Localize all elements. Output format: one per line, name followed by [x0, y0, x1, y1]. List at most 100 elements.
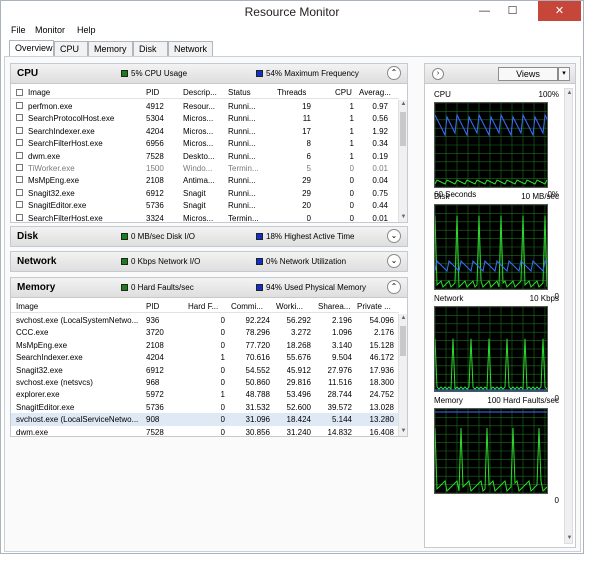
minimize-button[interactable]: — — [472, 1, 497, 21]
graphs-scrollbar[interactable]: ▲ ▼ — [564, 88, 573, 544]
table-row[interactable]: CCC.exe 3720 0 78.296 3.272 1.096 2.176 — [11, 326, 399, 339]
col-status[interactable]: Status — [228, 88, 251, 97]
table-row[interactable]: explorer.exe 5972 1 48.788 53.496 28.744 24.75… — [11, 388, 399, 401]
disk-active-indicator: 18% Highest Active Time — [256, 232, 354, 241]
scroll-down-icon[interactable]: ▼ — [399, 213, 407, 222]
table-cell: 54.096 — [369, 316, 394, 325]
col-pid[interactable]: PID — [146, 302, 159, 311]
cpu-panel-header[interactable]: CPU 5% CPU Usage 54% Maximum Frequency ⌃ — [11, 64, 407, 84]
views-dropdown-icon[interactable]: ▾ — [558, 67, 570, 81]
table-cell: 92.224 — [245, 316, 270, 325]
col-shareable[interactable]: Sharea... — [318, 302, 350, 311]
collapse-chevron-up-icon[interactable]: ⌃ — [387, 66, 401, 80]
menu-monitor[interactable]: Monitor — [35, 25, 65, 35]
table-row[interactable]: svchost.exe (LocalServiceNetwo... 908 0 31.… — [11, 413, 399, 426]
scroll-thumb[interactable] — [400, 326, 406, 356]
memory-graph-scale-top: 100 Hard Faults/sec — [487, 396, 559, 405]
row-checkbox[interactable] — [16, 201, 23, 209]
table-cell: 1 — [349, 102, 354, 111]
table-row[interactable]: SearchIndexer.exe 4204 1 70.616 55.676 9.504 4… — [11, 351, 399, 364]
table-row[interactable]: SnagitEditor.exe 5736 0 31.532 52.600 39.572 1… — [11, 401, 399, 414]
memory-panel-title: Memory — [17, 282, 56, 293]
table-row[interactable]: SearchFilterHost.exe 6956 Micros... Runni..… — [11, 137, 399, 150]
row-checkbox[interactable] — [16, 164, 23, 171]
tab-cpu[interactable]: CPU — [54, 41, 88, 56]
table-row[interactable]: SearchFilterHost.exe 3324 Micros... Termin.… — [11, 212, 399, 222]
table-row[interactable]: SearchProtocolHost.exe 5304 Micros... Runni… — [11, 112, 399, 125]
table-row[interactable]: MsMpEng.exe 2108 0 77.720 18.268 3.140 15.128 — [11, 339, 399, 352]
views-button[interactable]: Views — [498, 67, 558, 81]
cpu-scrollbar[interactable]: ▲ ▼ — [398, 100, 407, 222]
col-commit[interactable]: Commi... — [231, 302, 263, 311]
network-panel-header[interactable]: Network 0 Kbps Network I/O 0% Network Ut… — [11, 252, 407, 271]
row-checkbox[interactable] — [16, 114, 23, 122]
network-primary-trace — [435, 338, 547, 391]
col-cpu[interactable]: CPU — [335, 88, 352, 97]
tab-memory[interactable]: Memory — [88, 41, 133, 56]
expand-chevron-down-icon[interactable]: ⌄ — [387, 229, 401, 243]
row-checkbox[interactable] — [16, 213, 23, 221]
col-threads[interactable]: Threads — [277, 88, 306, 97]
table-row[interactable]: dwm.exe 7528 0 30.856 31.240 14.832 16.408 — [11, 426, 399, 437]
collapse-chevron-up-icon[interactable]: ⌃ — [387, 280, 401, 294]
table-row[interactable]: SearchIndexer.exe 4204 Micros... Runni... 17… — [11, 125, 399, 138]
col-description[interactable]: Descrip... — [183, 88, 217, 97]
memory-scrollbar[interactable]: ▲ ▼ — [398, 314, 407, 436]
col-image[interactable]: Image — [28, 88, 50, 97]
table-cell: 5972 — [146, 390, 164, 400]
table-row[interactable]: perfmon.exe 4912 Resour... Runni... 19 1 0.97 — [11, 100, 399, 113]
col-hard-faults[interactable]: Hard F... — [188, 302, 218, 311]
table-cell: SnagitEditor.exe — [28, 201, 87, 211]
table-row[interactable]: svchost.exe (netsvcs) 968 0 50.860 29.816 11.… — [11, 376, 399, 389]
tab-overview[interactable]: Overview — [9, 40, 54, 56]
table-cell: 0 — [220, 415, 225, 425]
table-row[interactable]: Snagit32.exe 6912 0 54.552 45.912 27.976 17.93… — [11, 364, 399, 377]
col-working[interactable]: Worki... — [276, 302, 303, 311]
table-row[interactable]: MsMpEng.exe 2108 Antima... Runni... 29 0 0.04 — [11, 174, 399, 187]
table-row[interactable]: TiWorker.exe 1500 Windo... Termin... 5 0 0.01 — [11, 162, 399, 175]
col-private[interactable]: Private ... — [357, 302, 391, 311]
menu-file[interactable]: File — [11, 25, 26, 35]
col-average[interactable]: Averag... — [359, 88, 391, 97]
expand-chevron-down-icon[interactable]: ⌄ — [387, 254, 401, 268]
table-cell: perfmon.exe — [28, 102, 73, 111]
memory-faults-indicator: 0 Hard Faults/sec — [121, 283, 194, 292]
table-row[interactable]: Snagit32.exe 6912 Snagit Runni... 29 0 0.75 — [11, 187, 399, 200]
table-cell: 0.44 — [372, 201, 388, 211]
row-checkbox[interactable] — [16, 139, 23, 147]
table-cell: 31.240 — [286, 427, 311, 437]
table-cell: 0 — [220, 402, 225, 412]
memory-panel-header[interactable]: Memory 0 Hard Faults/sec 94% Used Physic… — [11, 278, 407, 298]
row-checkbox[interactable] — [16, 126, 23, 134]
table-cell: 968 — [146, 378, 160, 387]
menu-help[interactable]: Help — [77, 25, 96, 35]
scroll-up-icon[interactable]: ▲ — [399, 100, 407, 109]
green-square-icon — [121, 233, 128, 240]
col-image[interactable]: Image — [16, 302, 38, 311]
scroll-up-icon[interactable]: ▲ — [399, 314, 407, 323]
table-cell: 2108 — [146, 176, 164, 186]
cpu-frequency-indicator: 54% Maximum Frequency — [256, 69, 359, 78]
collapse-arrow-icon[interactable]: › — [432, 68, 444, 80]
table-cell: explorer.exe — [16, 390, 60, 400]
row-checkbox[interactable] — [16, 102, 23, 109]
disk-panel-header[interactable]: Disk 0 MB/sec Disk I/O 18% Highest Activ… — [11, 227, 407, 246]
row-checkbox[interactable] — [16, 188, 23, 196]
table-row[interactable]: svchost.exe (LocalSystemNetwo... 936 0 92.2… — [11, 314, 399, 327]
scroll-thumb[interactable] — [400, 112, 406, 146]
table-row[interactable]: SnagitEditor.exe 5736 Snagit Runni... 20 0 0.4… — [11, 199, 399, 212]
scroll-down-icon[interactable]: ▼ — [565, 534, 574, 543]
table-cell: 55.676 — [286, 353, 311, 363]
select-all-checkbox[interactable] — [16, 89, 23, 96]
close-button[interactable]: ✕ — [538, 1, 581, 21]
scroll-up-icon[interactable]: ▲ — [565, 89, 574, 98]
tab-disk[interactable]: Disk — [133, 41, 168, 56]
table-row[interactable]: dwm.exe 7528 Deskto... Runni... 6 1 0.19 — [11, 150, 399, 163]
graphs-panel: › Views ▾ CPU 100% 60 Seconds 0% Disk 10 MB/s… — [424, 63, 576, 548]
row-checkbox[interactable] — [16, 151, 23, 159]
tab-network[interactable]: Network — [168, 41, 213, 56]
scroll-down-icon[interactable]: ▼ — [399, 427, 407, 436]
maximize-button[interactable]: ☐ — [500, 1, 525, 21]
row-checkbox[interactable] — [16, 176, 23, 184]
col-pid[interactable]: PID — [146, 88, 159, 97]
